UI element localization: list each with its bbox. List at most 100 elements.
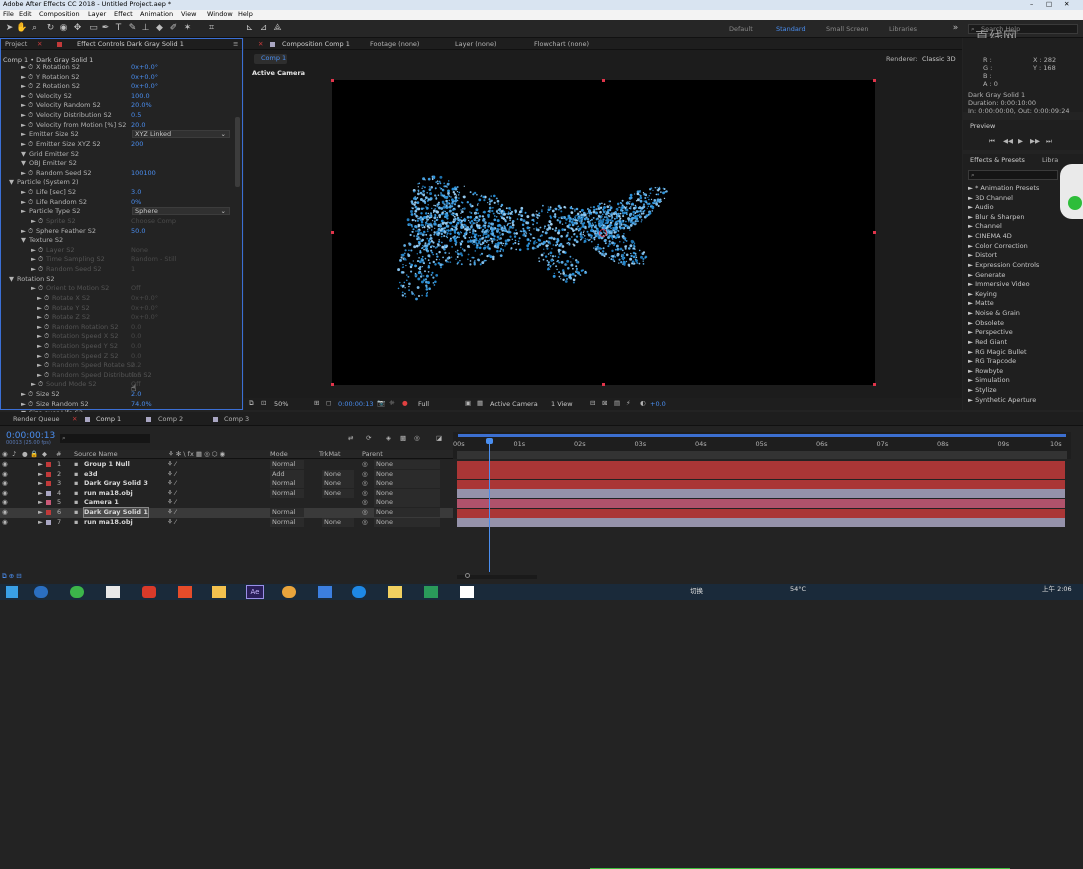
stopwatch-icon[interactable]: ⏱ <box>28 188 33 197</box>
layer-switches[interactable]: ⚘ ⁄ <box>167 460 176 469</box>
disclosure-triangle-icon[interactable]: ► <box>21 73 26 82</box>
property-value[interactable]: 74.0% <box>131 400 152 408</box>
stopwatch-icon[interactable]: ⏱ <box>44 332 49 341</box>
disclosure-triangle-icon[interactable]: ► <box>31 284 36 293</box>
effects-category[interactable]: ► Synthetic Aperture <box>968 396 1036 404</box>
stopwatch-icon[interactable]: ⏱ <box>28 111 33 120</box>
close-icon[interactable]: ✕ <box>72 415 77 424</box>
disclosure-triangle-icon[interactable]: ► <box>38 460 43 469</box>
layer-row[interactable]: ◉ ► 3 ▪ Dark Gray Solid 3 ⚘ ⁄ Normal None ◎ None <box>0 479 453 489</box>
effect-property-row[interactable]: ► ⏱ Rotation Speed Y S2 0.0 <box>1 342 242 352</box>
layer-switches[interactable]: ⚘ ⁄ <box>167 508 176 517</box>
channel-icon[interactable]: ● <box>402 399 408 408</box>
effect-property-row[interactable]: ▼ Particle (System 2) <box>1 178 242 188</box>
effect-property-row[interactable]: ► ⏱ Rotate X S2 0x+0.0° <box>1 294 242 304</box>
stopwatch-icon[interactable]: ⏱ <box>28 63 33 72</box>
disclosure-triangle-icon[interactable]: ► <box>38 489 43 498</box>
effect-property-row[interactable]: ► ⏱ Random Speed Distribution S2 0.5 <box>1 371 242 381</box>
disclosure-triangle-icon[interactable]: ► <box>21 188 26 197</box>
menu-window[interactable]: Window <box>207 10 233 19</box>
resolution-dropdown[interactable]: Full <box>418 400 429 409</box>
shy-layers-icon[interactable]: ◈ <box>386 434 391 443</box>
layer-handle[interactable] <box>331 383 334 386</box>
stopwatch-icon[interactable]: ⏱ <box>28 101 33 110</box>
property-value[interactable]: 20.0% <box>131 101 152 109</box>
effect-property-row[interactable]: ► ⏱ Size Random S2 74.0% <box>1 400 242 410</box>
effect-property-row[interactable]: ▼ Grid Emitter S2 <box>1 150 242 160</box>
effect-property-row[interactable]: ► ⏱ Random Rotation S2 0.0 <box>1 323 242 333</box>
effect-property-row[interactable]: ► ⏱ Velocity Distribution S2 0.5 <box>1 111 242 121</box>
eye-icon[interactable]: ◉ <box>2 460 8 469</box>
track-matte-dropdown[interactable]: None <box>322 488 354 498</box>
layer-handle[interactable] <box>331 231 334 234</box>
motion-blur-icon[interactable]: ◎ <box>414 434 420 443</box>
disclosure-triangle-icon[interactable]: ► <box>38 498 43 507</box>
scrollbar-thumb[interactable] <box>235 117 240 187</box>
taskbar-app-icon[interactable] <box>282 586 296 598</box>
view-dropdown[interactable]: Active Camera <box>490 400 538 409</box>
disclosure-triangle-icon[interactable]: ► <box>31 380 36 389</box>
disclosure-triangle-icon[interactable]: ► <box>37 371 42 380</box>
time-ruler[interactable]: 00s 01s 02s 03s 04s 05s 06s 07s 08s 09s 10s <box>453 432 1071 459</box>
layer-switches[interactable]: ⚘ ⁄ <box>167 470 176 479</box>
track-matte-dropdown[interactable]: None <box>322 469 354 479</box>
renderer-value[interactable]: Classic 3D <box>922 55 956 64</box>
layer-handle[interactable] <box>873 383 876 386</box>
taskbar-app-icon[interactable] <box>388 586 402 598</box>
disclosure-triangle-icon[interactable]: ► <box>38 518 43 527</box>
taskbar-app-icon[interactable] <box>352 586 366 598</box>
property-value[interactable]: None <box>131 246 148 254</box>
next-frame-icon[interactable]: ▶▶ <box>1030 137 1040 146</box>
effects-category[interactable]: ► Color Correction <box>968 242 1028 250</box>
pick-whip-icon[interactable]: ◎ <box>362 508 368 517</box>
workspace-libraries[interactable]: Libraries <box>889 25 917 33</box>
clone-stamp-tool-icon[interactable]: ⊥ <box>140 23 151 34</box>
layer-duration-bar[interactable] <box>457 479 1065 489</box>
layer-switches[interactable]: ⚘ ⁄ <box>167 479 176 488</box>
property-value[interactable]: Off <box>131 284 141 292</box>
property-value[interactable]: 0% <box>131 198 141 206</box>
comp-flowchart-icon[interactable]: ⇄ <box>348 434 353 443</box>
effect-property-row[interactable]: ► ⏱ Orient to Motion S2 Off <box>1 284 242 294</box>
label-color-swatch[interactable] <box>46 481 51 487</box>
effects-category[interactable]: ► RG Magic Bullet <box>968 348 1027 356</box>
playhead-handle[interactable] <box>485 438 493 444</box>
zoom-tool-icon[interactable]: ⌕ <box>29 23 40 34</box>
workspace-default[interactable]: Default <box>729 25 753 33</box>
fast-preview-icon[interactable]: ⚡ <box>626 399 631 408</box>
blend-mode-dropdown[interactable]: Normal <box>270 508 304 517</box>
workspace-small-screen[interactable]: Small Screen <box>826 25 868 33</box>
draft-3d-icon[interactable]: ⟳ <box>366 434 371 443</box>
stopwatch-icon[interactable]: ⏱ <box>44 361 49 370</box>
effects-category[interactable]: ► Rowbyte <box>968 367 1003 375</box>
minimize-button[interactable]: – <box>1030 0 1033 9</box>
property-value[interactable]: 20.0 <box>131 121 145 129</box>
label-color-swatch[interactable] <box>46 519 51 525</box>
property-value[interactable]: Random - Still <box>131 255 176 263</box>
menu-view[interactable]: View <box>181 10 196 19</box>
layer-row[interactable]: ◉ ► 2 ▪ e3d ⚘ ⁄ Add None ◎ None <box>0 469 453 480</box>
panel-menu-icon[interactable]: ≡ <box>233 40 238 49</box>
col-trkmat[interactable]: TrkMat <box>319 450 341 458</box>
disclosure-triangle-icon[interactable]: ▼ <box>9 275 14 284</box>
label-color-swatch[interactable] <box>46 510 51 515</box>
layer-name[interactable]: Dark Gray Solid 1 <box>83 507 149 518</box>
brush-tool-icon[interactable]: ✎ <box>127 23 138 34</box>
taskbar-app-icon[interactable] <box>142 586 156 598</box>
col-parent[interactable]: Parent <box>362 450 383 458</box>
layer-switches[interactable]: ⚘ ⁄ <box>167 518 176 527</box>
property-value[interactable]: 0.5 <box>131 111 141 119</box>
timeline-zoom-slider[interactable] <box>457 573 537 579</box>
stopwatch-icon[interactable]: ⏱ <box>38 246 43 255</box>
layer-name[interactable]: run ma18.obj <box>84 489 133 498</box>
effects-category[interactable]: ► 3D Channel <box>968 194 1013 202</box>
disclosure-triangle-icon[interactable]: ▼ <box>9 178 14 187</box>
effect-property-row[interactable]: ► ⏱ Sphere Feather S2 50.0 <box>1 227 242 237</box>
pick-whip-icon[interactable]: ◎ <box>362 489 368 498</box>
stopwatch-icon[interactable]: ⏱ <box>28 400 33 409</box>
parent-dropdown[interactable]: None <box>374 479 440 489</box>
stopwatch-icon[interactable]: ⏱ <box>28 198 33 207</box>
disclosure-triangle-icon[interactable]: ► <box>21 227 26 236</box>
effect-property-row[interactable]: ▼ Texture S2 <box>1 236 242 246</box>
tab-effect-controls[interactable]: Effect Controls Dark Gray Solid 1 <box>77 40 184 49</box>
